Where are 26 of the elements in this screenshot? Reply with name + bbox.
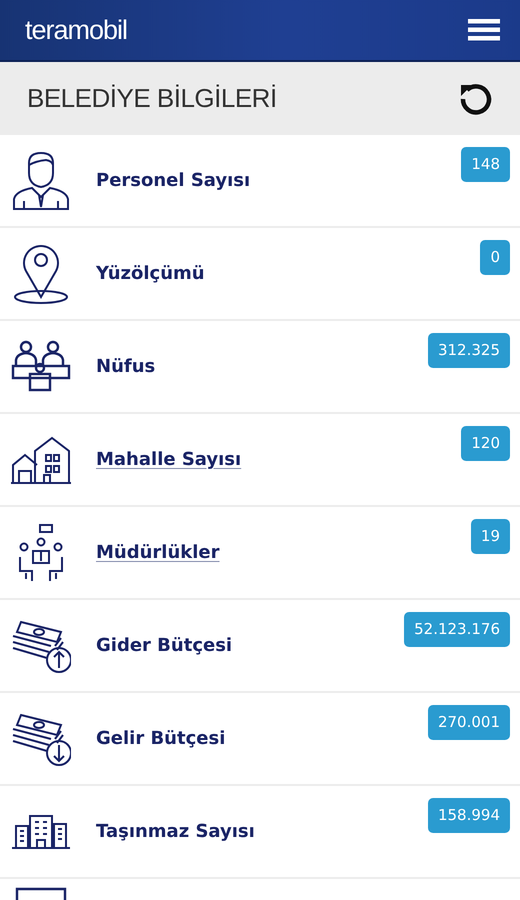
count-badge: 270.001 (428, 705, 510, 740)
count-badge: 148 (461, 147, 510, 182)
location-pin-icon (12, 242, 70, 304)
item-label: Nüfus (96, 356, 156, 377)
monitor-icon (15, 887, 67, 900)
count-badge: 158.994 (428, 798, 510, 833)
menu-icon[interactable] (468, 19, 500, 41)
count-badge: 52.123.176 (404, 612, 510, 647)
item-link[interactable]: Müdürlükler (96, 542, 220, 563)
item-label: Taşınmaz Sayısı (96, 821, 255, 842)
meeting-icon (16, 522, 66, 582)
person-icon (12, 150, 70, 210)
section-title: BELEDİYE BİLGİLERİ (27, 83, 277, 114)
houses-icon (11, 434, 71, 484)
count-badge: 0 (480, 240, 510, 275)
item-label: Personel Sayısı (96, 170, 250, 191)
count-badge: 312.325 (428, 333, 510, 368)
item-link[interactable]: Mahalle Sayısı (96, 449, 242, 470)
buildings-icon (12, 814, 70, 850)
item-label: Yüzölçümü (96, 263, 205, 284)
count-badge: 19 (470, 519, 510, 554)
count-badge: 120 (461, 426, 510, 461)
item-label: Gelir Bütçesi (96, 728, 226, 749)
app-logo: teramobil (25, 14, 128, 46)
people-at-table-icon (11, 340, 71, 394)
item-label: Gider Bütçesi (96, 635, 232, 656)
